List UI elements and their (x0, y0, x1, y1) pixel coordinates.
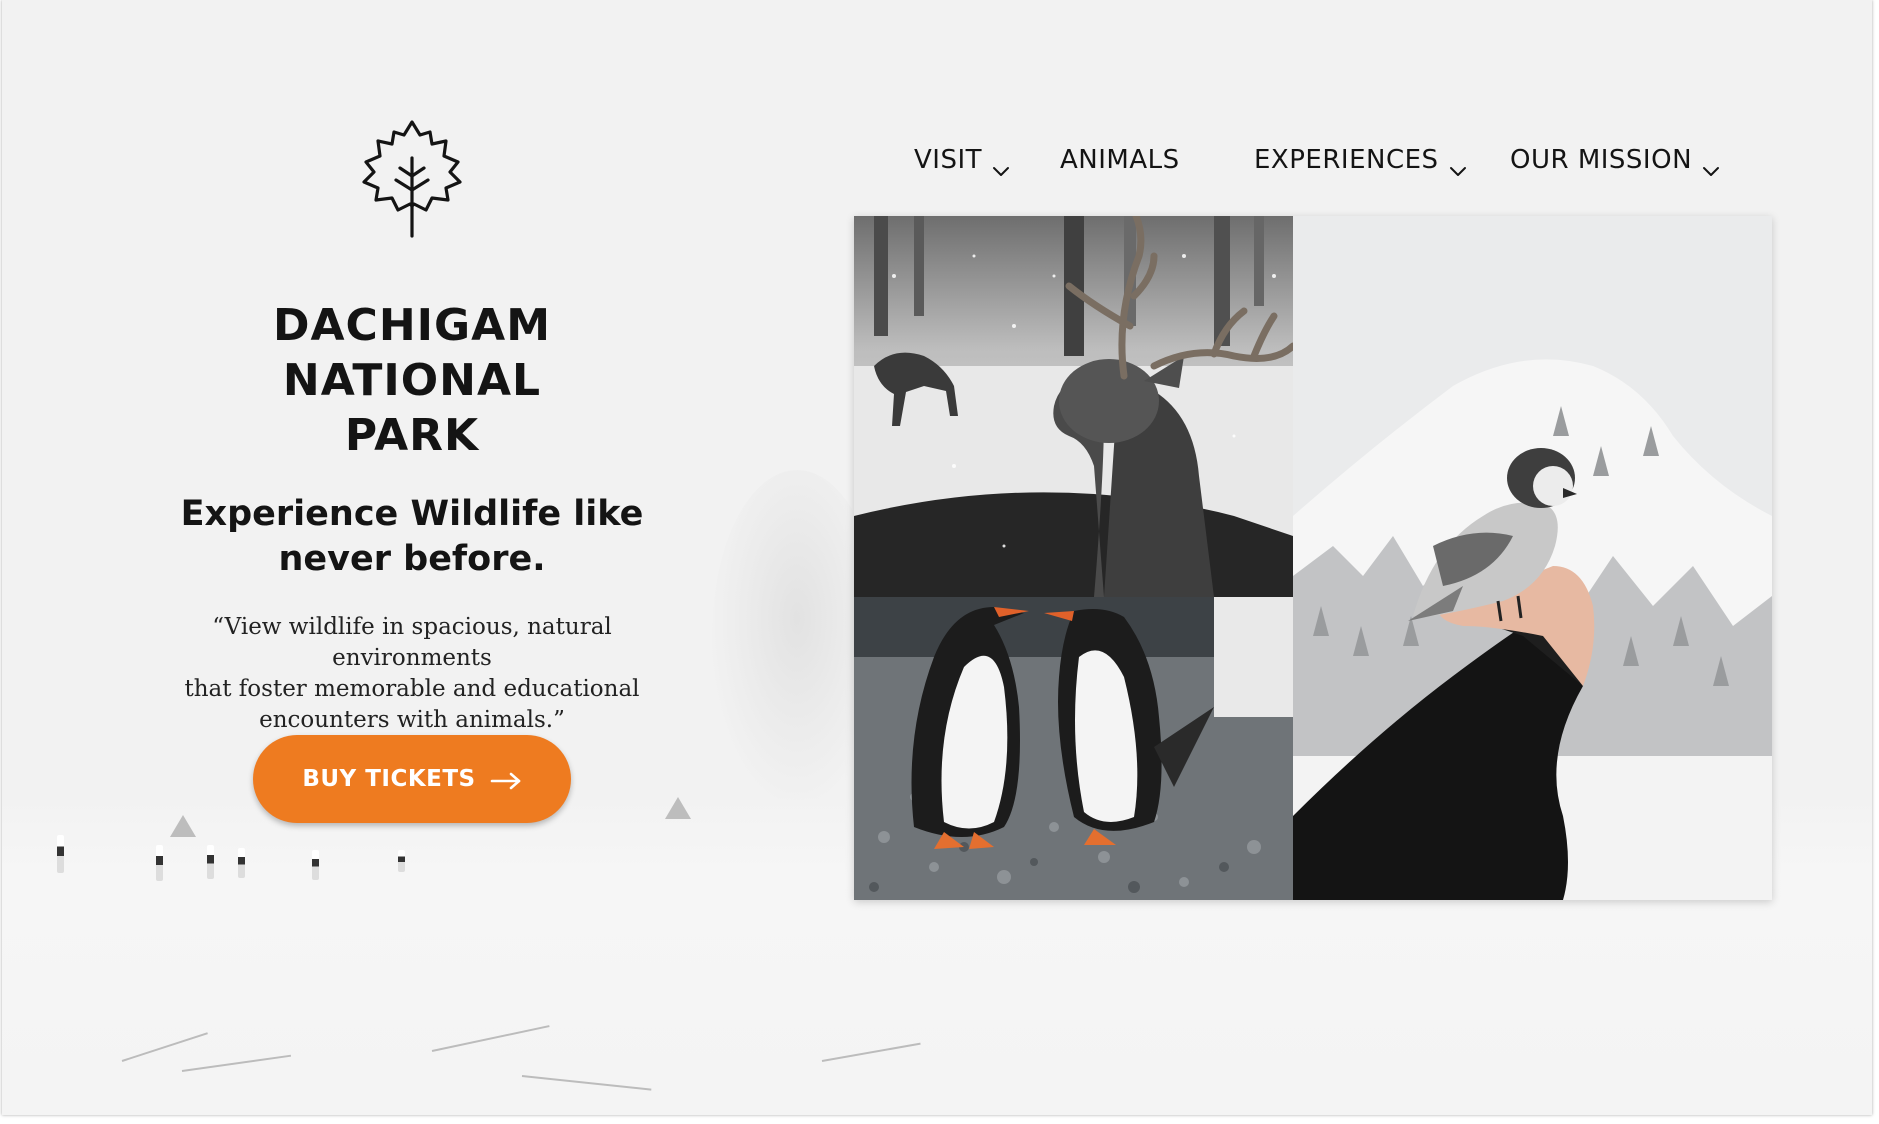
nav-item-label: ANIMALS (1060, 145, 1180, 175)
nav-item-label: OUR MISSION (1510, 145, 1693, 175)
background-road-sign (665, 797, 691, 819)
arrow-right-icon (490, 770, 522, 790)
buy-tickets-label: BUY TICKETS (302, 766, 476, 792)
page-frame: DACHIGAM NATIONAL PARK Experience Wildli… (2, 0, 1872, 1115)
page-title: DACHIGAM NATIONAL PARK (212, 298, 612, 463)
hero-quote-line: encounters with animals.” (259, 707, 565, 733)
penguins-photo[interactable] (854, 597, 1293, 900)
background-post (207, 845, 214, 879)
hero-quote-line: that foster memorable and educational (184, 676, 640, 702)
deer-in-snow-photo[interactable] (854, 216, 1293, 597)
nav-item-experiences[interactable]: EXPERIENCES (1254, 140, 1467, 180)
page-title-line: DACHIGAM (272, 300, 551, 351)
bird-on-hand-photo[interactable] (1293, 216, 1772, 900)
page-title-line: PARK (344, 410, 480, 461)
background-post (238, 848, 245, 878)
background-post (312, 850, 319, 880)
page-title-line: NATIONAL (282, 355, 542, 406)
chevron-down-icon (992, 154, 1010, 176)
nav-item-label: VISIT (914, 145, 983, 175)
nav-item-label: EXPERIENCES (1254, 145, 1439, 175)
maple-leaf-icon[interactable] (356, 118, 468, 240)
chevron-down-icon (1449, 154, 1467, 176)
chevron-down-icon (1702, 154, 1720, 176)
hero-tagline-line: never before. (278, 539, 546, 579)
nav-item-visit[interactable]: VISIT (914, 140, 1010, 180)
background-post (398, 850, 405, 872)
hero-tagline: Experience Wildlife like never before. (162, 492, 662, 582)
buy-tickets-button[interactable]: BUY TICKETS (253, 735, 571, 823)
background-post (156, 845, 163, 881)
nav-item-our-mission[interactable]: OUR MISSION (1510, 140, 1720, 180)
hero-quote: “View wildlife in spacious, natural envi… (132, 612, 692, 736)
nav-item-animals[interactable]: ANIMALS (1060, 140, 1180, 180)
hero-quote-line: “View wildlife in spacious, natural envi… (212, 614, 612, 671)
background-post (57, 835, 64, 873)
background-road-sign (170, 815, 196, 837)
photo-collage (854, 216, 1772, 900)
hero-tagline-line: Experience Wildlife like (180, 494, 644, 534)
